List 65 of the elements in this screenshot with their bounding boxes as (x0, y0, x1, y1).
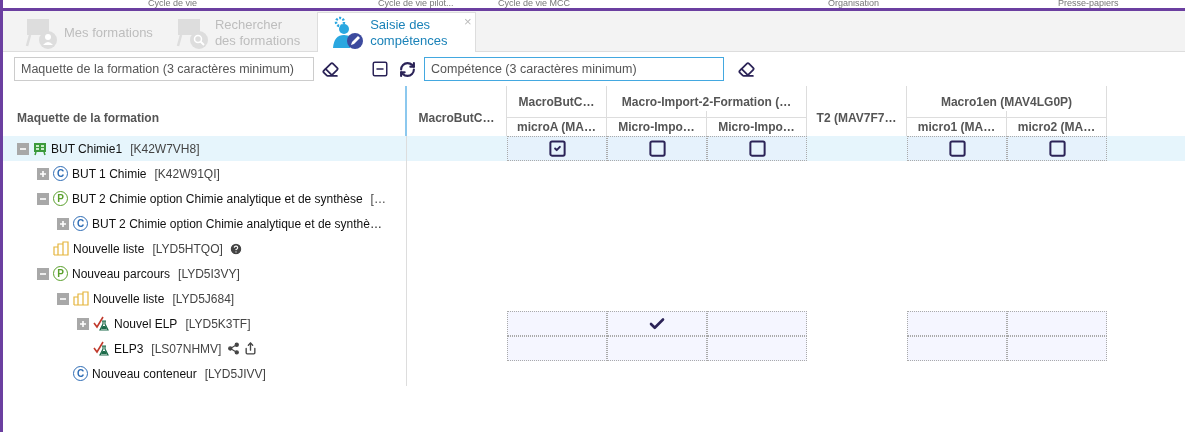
ribbon-group-label: Organisation (828, 0, 881, 8)
columns-icon (73, 291, 89, 306)
grid-cell[interactable] (707, 336, 807, 361)
node-code: [K42W91QI] (154, 166, 220, 181)
grid-cell[interactable] (1007, 336, 1107, 361)
node-label: Nouvel ELP (114, 316, 178, 331)
ribbon-group-label: Cycle de vie (147, 0, 199, 8)
tree-row[interactable]: P BUT 2 Chimie option Chimie analytique et de synthèse [… (3, 186, 407, 211)
node-code: [LYD5JIVV] (204, 366, 266, 381)
ribbon-group-label: Cycle de vie pilot... (377, 0, 455, 8)
ribbon-group-label: Presse-papiers (1058, 0, 1120, 8)
columns-icon (53, 241, 69, 256)
column-group-header: Macro-Import-2-Formation (… (607, 86, 807, 118)
grid-cell[interactable] (907, 311, 1007, 336)
grid-cell[interactable] (1007, 311, 1107, 336)
node-code: [LYD5HTQO] (152, 241, 223, 256)
tree-row[interactable]: Nouvelle liste [LYD5HTQO] (3, 236, 407, 261)
flask-check-icon (93, 316, 110, 331)
tree-row[interactable]: C BUT 1 Chimie [K42W91QI] (3, 161, 407, 186)
tree-row[interactable]: C BUT 2 Chimie option Chimie analytique et de synthè… (3, 211, 407, 236)
export-icon[interactable] (244, 342, 258, 355)
grid-cell[interactable] (607, 336, 707, 361)
grid-cell[interactable] (607, 311, 707, 336)
board-icon (33, 141, 47, 156)
node-code: [LYD5I3VY] (178, 266, 240, 281)
person-gear-pencil-icon (330, 15, 365, 50)
checkbox[interactable] (747, 139, 767, 158)
grid-cell[interactable] (507, 336, 607, 361)
tree-row[interactable]: ELP3 [LS07NHMV] (3, 336, 407, 361)
ribbon-group-label: Cycle de vie MCC (498, 0, 572, 8)
grid-cell[interactable] (507, 311, 607, 336)
node-label: BUT 1 Chimie (72, 166, 147, 181)
node-label: Nouveau conteneur (92, 366, 197, 381)
node-label: BUT 2 Chimie option Chimie analytique et de synthè… (92, 216, 382, 231)
checkbox[interactable] (947, 139, 967, 158)
node-code: [LYD5K3TF] (185, 316, 251, 331)
tree-row[interactable]: BUT Chimie1 [K42W7VH8] (3, 136, 407, 161)
checkbox[interactable] (1047, 139, 1067, 158)
node-code: [LYD5J684] (172, 291, 235, 306)
node-label: BUT 2 Chimie option Chimie analytique et de synthèse (72, 191, 363, 206)
node-label: Nouvelle liste (93, 291, 165, 306)
expand-icon[interactable] (37, 167, 49, 180)
grid-cell[interactable] (707, 311, 807, 336)
help-icon[interactable] (228, 241, 243, 256)
share-icon[interactable] (227, 342, 241, 355)
checkbox[interactable] (647, 139, 667, 158)
tree-row[interactable]: Nouvelle liste [LYD5J684] (3, 286, 407, 311)
column-group-header: MacroButC… (507, 86, 607, 118)
node-code: [… (370, 191, 386, 206)
column-group-header: Macro1en (MAV4LG0P) (907, 86, 1107, 118)
search-field[interactable]: Compétence (3 caractères minimum) (424, 57, 724, 81)
node-label: Nouveau parcours (72, 266, 171, 281)
tree-row[interactable]: C Nouveau conteneur [LYD5JIVV] (3, 361, 407, 386)
node-code: [LS07NHMV] (151, 341, 222, 356)
checkbox[interactable] (547, 139, 567, 158)
search-field[interactable]: Maquette de la formation (3 caractères minimum) (14, 57, 314, 81)
expand-icon[interactable] (77, 317, 89, 330)
expand-icon[interactable] (57, 217, 69, 230)
tree-row[interactable]: P Nouveau parcours [LYD5I3VY] (3, 261, 407, 286)
node-label: ELP3 (114, 341, 144, 356)
tree-row[interactable]: Nouvel ELP [LYD5K3TF] (3, 311, 407, 336)
node-label: Nouvelle liste (73, 241, 145, 256)
tab[interactable]: Saisie des compétences × (317, 12, 477, 52)
flask-check-icon (93, 341, 110, 356)
grid-cell[interactable] (907, 336, 1007, 361)
